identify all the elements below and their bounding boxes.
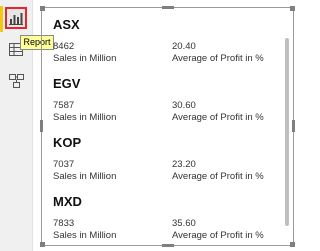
profit-value: 30.60 [172,100,196,111]
multi-row-card-visual[interactable]: ASX 8462 20.40 Sales in Million Average … [40,6,295,247]
card-row[interactable]: MXD 7833 35.60 Sales in Million Average … [53,194,286,251]
sales-label: Sales in Million [53,230,117,241]
report-view-icon [9,12,23,25]
report-view-button[interactable] [5,7,27,29]
profit-label: Average of Profit in % [172,230,264,241]
resize-handle-top[interactable] [162,6,174,9]
model-view-button[interactable] [5,70,27,92]
vertical-scrollbar[interactable] [285,38,289,226]
resize-handle-top-right[interactable] [290,6,295,11]
card-title: KOP [53,135,82,150]
resize-handle-bottom-left[interactable] [40,242,45,247]
sales-value: 7037 [53,159,75,170]
sales-label: Sales in Million [53,171,117,182]
profit-label: Average of Profit in % [172,112,264,123]
view-rail: Report [0,0,54,251]
sales-label: Sales in Million [53,53,117,64]
sales-label: Sales in Million [53,112,117,123]
card-title: MXD [53,194,82,209]
card-title: ASX [53,17,80,32]
resize-handle-left[interactable] [40,120,43,132]
profit-value: 35.60 [172,218,196,229]
resize-handle-right[interactable] [292,120,295,132]
resize-handle-top-left[interactable] [40,6,45,11]
sales-value: 7587 [53,100,75,111]
active-view-indicator [0,6,3,32]
card-row[interactable]: ASX 8462 20.40 Sales in Million Average … [53,17,286,76]
profit-label: Average of Profit in % [172,53,264,64]
profit-value: 20.40 [172,41,196,52]
profit-value: 23.20 [172,159,196,170]
sales-value: 8462 [53,41,75,52]
model-view-icon [8,74,24,88]
resize-handle-bottom-right[interactable] [290,242,295,247]
card-title: EGV [53,76,81,91]
card-row[interactable]: EGV 7587 30.60 Sales in Million Average … [53,76,286,135]
profit-label: Average of Profit in % [172,171,264,182]
card-row[interactable]: KOP 7037 23.20 Sales in Million Average … [53,135,286,194]
card-list: ASX 8462 20.40 Sales in Million Average … [53,17,286,251]
sales-value: 7833 [53,218,75,229]
